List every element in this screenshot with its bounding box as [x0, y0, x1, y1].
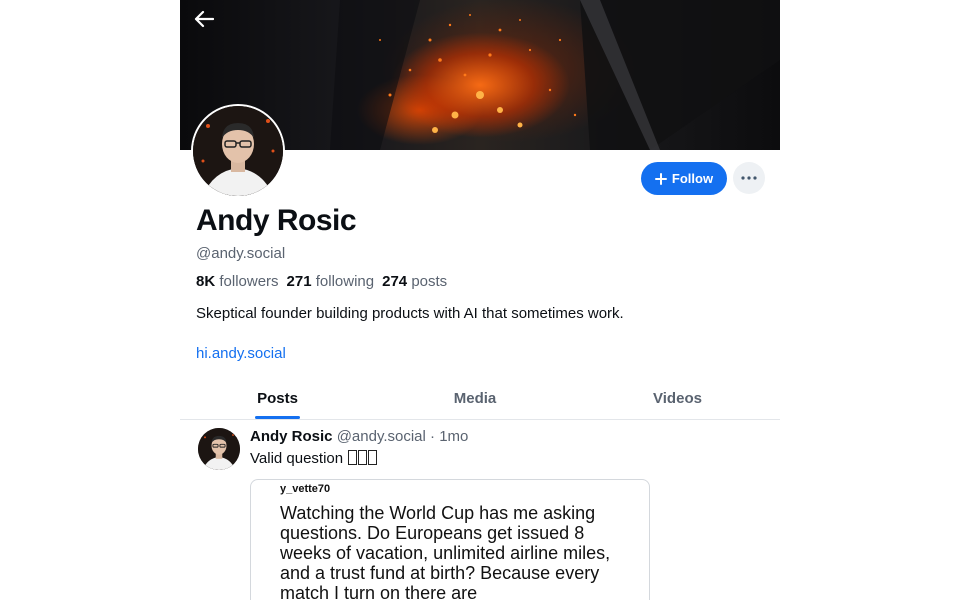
emoji-glyph-icon: [348, 450, 358, 465]
profile-avatar[interactable]: [191, 104, 285, 198]
following-label: following: [315, 273, 375, 290]
followers-label: followers: [219, 273, 279, 290]
display-name: Andy Rosic: [196, 204, 357, 237]
emoji-glyph-icon: [368, 450, 378, 465]
tab-posts[interactable]: Posts: [180, 376, 375, 420]
followers-count: 8K: [196, 273, 216, 290]
profile-page: Follow Andy Rosic @andy.social 8K follow…: [0, 0, 960, 600]
back-button[interactable]: [194, 10, 234, 42]
tab-videos[interactable]: Videos: [575, 376, 780, 420]
tab-media[interactable]: Media: [375, 376, 575, 420]
post-author-avatar[interactable]: [198, 428, 240, 470]
embed-text: Watching the World Cup has me asking que…: [280, 503, 611, 600]
emoji-glyph-icon: [358, 450, 368, 465]
post-text: Valid question: [250, 450, 378, 467]
more-options-button[interactable]: [733, 162, 765, 194]
active-tab-indicator: [255, 416, 300, 419]
post-timestamp[interactable]: 1mo: [439, 428, 468, 445]
follow-button[interactable]: Follow: [641, 162, 727, 195]
posts-label: posts: [411, 273, 448, 290]
follow-label: Follow: [671, 171, 714, 186]
ellipsis-icon: [741, 176, 757, 180]
post-author-handle: @andy.social: [336, 428, 426, 445]
following-count: 271: [286, 273, 312, 290]
post-header: Andy Rosic @andy.social · 1mo: [250, 428, 468, 445]
arrow-left-icon: [194, 10, 214, 28]
post-meta-separator: ·: [430, 428, 436, 445]
profile-stats: 8K followers 271 following 274 posts: [196, 273, 447, 290]
profile-tabs: Posts Media Videos: [180, 376, 780, 420]
post-author-name[interactable]: Andy Rosic: [250, 428, 333, 445]
post-avatar-image: [198, 428, 240, 470]
profile-handle: @andy.social: [196, 245, 286, 262]
posts-count: 274: [382, 273, 408, 290]
following-stat[interactable]: 271 following: [287, 273, 375, 290]
profile-bio: Skeptical founder building products with…: [196, 305, 624, 322]
post-embedded-image[interactable]: y_vette70 Watching the World Cup has me …: [250, 479, 650, 600]
posts-stat: 274 posts: [382, 273, 447, 290]
followers-stat[interactable]: 8K followers: [196, 273, 279, 290]
post-body: Valid question: [250, 450, 344, 467]
embed-username: y_vette70: [280, 483, 331, 495]
plus-icon: [654, 172, 667, 185]
avatar-image: [193, 106, 283, 196]
profile-column: Follow Andy Rosic @andy.social 8K follow…: [180, 0, 780, 600]
profile-link[interactable]: hi.andy.social: [196, 345, 286, 362]
